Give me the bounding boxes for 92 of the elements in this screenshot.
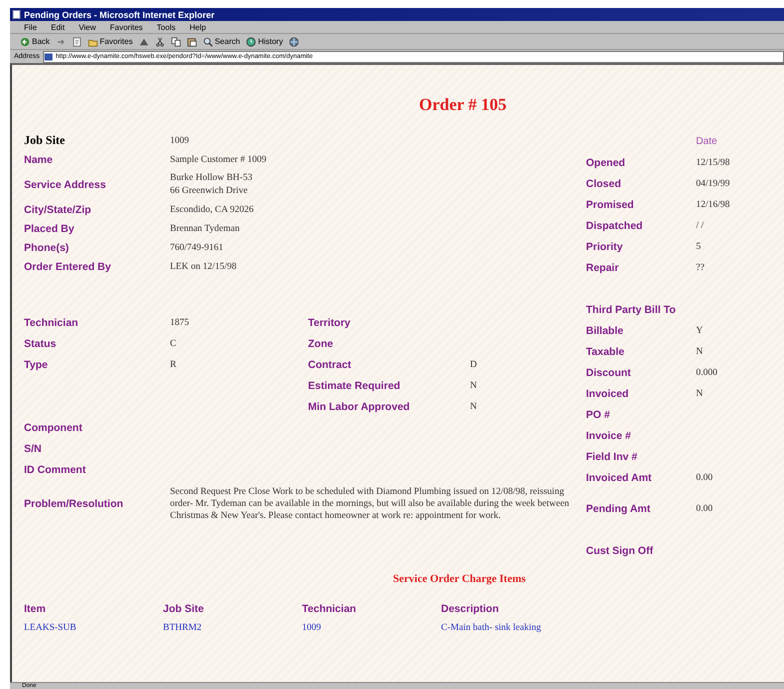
field-value: 04/19/99 bbox=[696, 178, 731, 188]
field-label: Repair bbox=[586, 262, 620, 274]
field-value: 66 Greenwich Drive bbox=[170, 186, 249, 196]
order-title: Order # 105 bbox=[419, 95, 508, 115]
field-value: 1875 bbox=[170, 318, 190, 328]
column-header: Date bbox=[696, 136, 718, 147]
field-label: Service Address bbox=[24, 178, 107, 190]
field-label: Invoice # bbox=[586, 430, 632, 442]
field-label: Technician bbox=[24, 316, 80, 328]
field-value: Brennan Tydeman bbox=[170, 224, 241, 234]
field-label: Placed By bbox=[24, 222, 76, 234]
field-label: Cust Sign Off bbox=[586, 544, 654, 556]
section-title: Service Order Charge Items bbox=[393, 573, 527, 585]
field-value: 12/16/98 bbox=[696, 200, 731, 210]
field-value: C bbox=[170, 338, 178, 348]
field-label: Third Party Bill To bbox=[586, 304, 677, 316]
field-label: Taxable bbox=[586, 346, 626, 358]
field-value: 0.000 bbox=[696, 368, 718, 378]
table-link[interactable]: 1009 bbox=[302, 622, 441, 632]
toolbar-button[interactable]: Back bbox=[32, 37, 50, 46]
field-label: Order Entered By bbox=[24, 260, 112, 272]
field-label: City/State/Zip bbox=[24, 204, 92, 216]
field-value: N bbox=[470, 402, 478, 412]
field-value: N bbox=[696, 346, 704, 356]
field-value: Burke Hollow BH-53 bbox=[170, 173, 254, 183]
clock-icon[interactable] bbox=[246, 36, 256, 46]
field-value: R bbox=[170, 360, 178, 370]
field-label: Closed bbox=[586, 178, 622, 190]
field-value: 12/15/98 bbox=[696, 158, 731, 168]
field-label: Contract bbox=[308, 358, 352, 370]
field-label: Phone(s) bbox=[24, 242, 70, 254]
column-header: Technician bbox=[302, 602, 358, 614]
table-link[interactable]: BTHRM2 bbox=[163, 622, 302, 632]
menu-item[interactable]: Edit bbox=[50, 22, 65, 32]
menu-item[interactable]: View bbox=[78, 22, 96, 32]
field-label: ID Comment bbox=[24, 464, 87, 476]
field-label: Component bbox=[24, 422, 84, 434]
toolbar-button[interactable]: History bbox=[258, 37, 283, 46]
field-value: 5 bbox=[696, 242, 702, 252]
field-label: Dispatched bbox=[586, 220, 644, 232]
field-value: 760/749-9161 bbox=[170, 242, 224, 252]
scissors-icon[interactable] bbox=[154, 36, 165, 46]
triangle-icon[interactable] bbox=[138, 36, 149, 46]
field-label: Zone bbox=[308, 338, 334, 350]
field-label: Field Inv # bbox=[586, 450, 638, 462]
column-header: Description bbox=[441, 602, 500, 614]
field-label: Discount bbox=[586, 366, 632, 378]
field-value: 0.00 bbox=[696, 472, 714, 482]
table-link[interactable]: LEAKS-SUB bbox=[24, 622, 163, 632]
field-label: Estimate Required bbox=[308, 380, 402, 392]
back-arrow-icon[interactable] bbox=[20, 36, 30, 46]
field-label: S/N bbox=[24, 442, 43, 454]
menu-item[interactable]: Favorites bbox=[110, 22, 143, 32]
field-value: Escondido, CA 92026 bbox=[170, 204, 255, 214]
field-label: Invoiced bbox=[586, 388, 630, 400]
field-value: LEK on 12/15/98 bbox=[170, 262, 238, 272]
field-label: Territory bbox=[308, 316, 352, 328]
copy-icon[interactable] bbox=[170, 36, 181, 46]
menu-item[interactable]: Help bbox=[189, 22, 206, 32]
field-label: Pending Amt bbox=[586, 502, 652, 514]
field-label: Billable bbox=[586, 324, 624, 336]
field-label: Name bbox=[24, 154, 54, 166]
table-link[interactable]: C-Main bath- sink leaking bbox=[441, 622, 784, 632]
field-value: ?? bbox=[696, 262, 706, 272]
toolbar-button[interactable]: Favorites bbox=[100, 37, 133, 46]
field-value: N bbox=[696, 388, 704, 398]
column-header: Item bbox=[24, 602, 47, 614]
field-label: Status bbox=[24, 338, 58, 350]
menu-item[interactable]: Tools bbox=[156, 22, 176, 32]
field-label: PO # bbox=[586, 408, 611, 420]
field-label: Min Labor Approved bbox=[308, 400, 411, 412]
field-label: Invoiced Amt bbox=[586, 472, 653, 484]
toolbar-button[interactable]: Search bbox=[214, 37, 240, 46]
field-value: N bbox=[470, 380, 478, 390]
field-label: Promised bbox=[586, 198, 635, 210]
field-label: Job Site bbox=[24, 133, 66, 148]
field-value: Sample Customer # 1009 bbox=[170, 154, 268, 164]
problem-text: Second Request Pre Close Work to be scheduled with Diamond Plumbing issued on 12/08/98, reissuing order- Mr. Tydeman can be available in the mornings, but will also be available during the week between Christmas & New Year's. Please contact homeowner at work re: appointment for work. bbox=[170, 486, 570, 522]
field-value: / / bbox=[696, 220, 705, 230]
field-value: 0.00 bbox=[696, 504, 714, 514]
field-value: Y bbox=[696, 326, 704, 336]
globe-icon[interactable] bbox=[288, 36, 299, 46]
column-header: Job Site bbox=[163, 602, 205, 614]
menu-item[interactable]: File bbox=[24, 22, 37, 32]
clipboard-icon[interactable] bbox=[186, 36, 197, 46]
field-label: Opened bbox=[586, 156, 626, 168]
search-icon[interactable] bbox=[202, 36, 213, 46]
field-label: Priority bbox=[586, 240, 624, 252]
field-value: 1009 bbox=[170, 136, 190, 146]
field-label: Type bbox=[24, 358, 49, 370]
window-title: Pending Orders - Microsoft Internet Explorer bbox=[24, 10, 215, 20]
field-value: D bbox=[470, 360, 478, 370]
